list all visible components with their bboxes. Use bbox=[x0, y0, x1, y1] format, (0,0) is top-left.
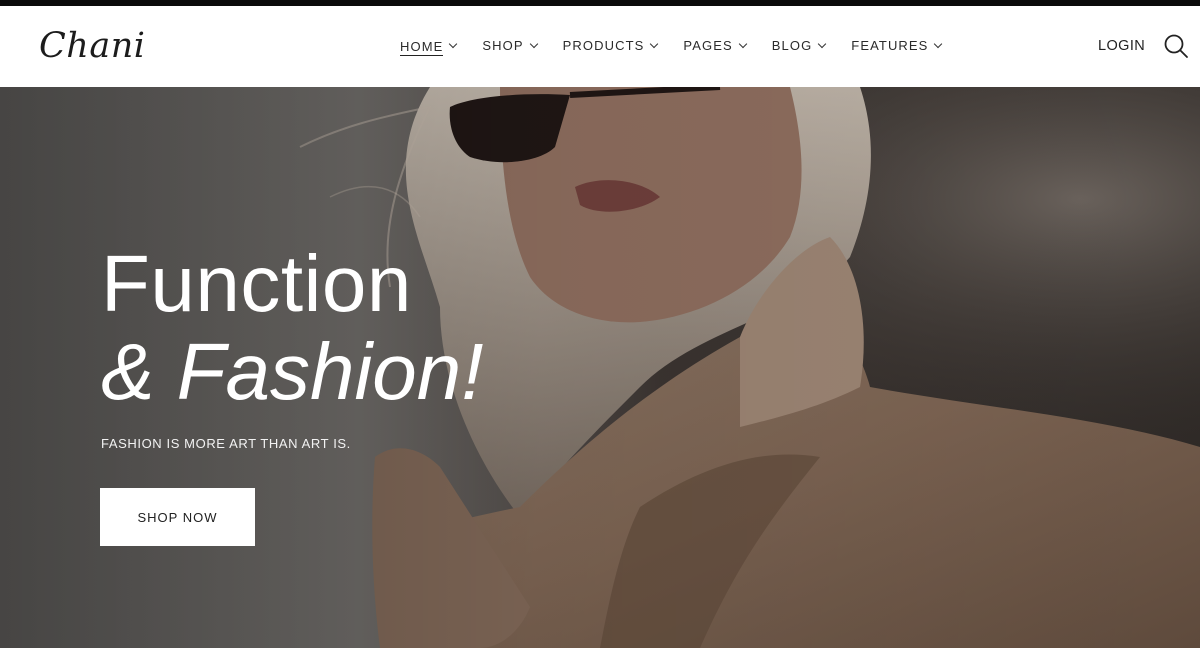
nav-item-blog[interactable]: BLOG bbox=[771, 36, 827, 56]
nav-item-products[interactable]: PRODUCTS bbox=[562, 36, 659, 56]
nav-item-shop[interactable]: SHOP bbox=[482, 36, 538, 56]
hero-title-line-2: & Fashion! bbox=[101, 327, 484, 416]
shop-now-button[interactable]: SHOP NOW bbox=[100, 488, 255, 546]
nav-item-label: HOME bbox=[400, 36, 444, 56]
hero-title: Function & Fashion! bbox=[101, 237, 483, 419]
hero-subtitle: FASHION IS MORE ART THAN ART IS. bbox=[101, 436, 351, 451]
nav-item-label: PAGES bbox=[683, 38, 733, 53]
logo[interactable]: Chani bbox=[39, 26, 145, 66]
nav-item-features[interactable]: FEATURES bbox=[851, 36, 943, 56]
search-icon bbox=[1164, 34, 1188, 58]
main-nav: HOME SHOP PRODUCTS PAGES BLOG FEATURES bbox=[400, 36, 943, 56]
chevron-down-icon bbox=[934, 39, 943, 49]
nav-item-pages[interactable]: PAGES bbox=[683, 36, 747, 56]
shop-now-label: SHOP NOW bbox=[137, 509, 218, 525]
nav-item-label: SHOP bbox=[482, 38, 524, 53]
chevron-down-icon bbox=[449, 39, 458, 49]
chevron-down-icon bbox=[818, 39, 827, 49]
chevron-down-icon bbox=[738, 39, 747, 49]
site-header: Chani HOME SHOP PRODUCTS PAGES BLOG FEAT… bbox=[0, 6, 1200, 87]
nav-item-home[interactable]: HOME bbox=[400, 36, 458, 56]
hero-banner: Function & Fashion! FASHION IS MORE ART … bbox=[0, 87, 1200, 648]
chevron-down-icon bbox=[529, 39, 538, 49]
hero-title-line-1: Function bbox=[101, 239, 412, 328]
search-button[interactable] bbox=[1163, 33, 1189, 59]
chevron-down-icon bbox=[650, 39, 659, 49]
login-link[interactable]: LOGIN bbox=[1098, 36, 1145, 56]
nav-item-label: BLOG bbox=[771, 38, 813, 53]
nav-item-label: PRODUCTS bbox=[562, 38, 645, 53]
nav-item-label: FEATURES bbox=[851, 38, 929, 53]
